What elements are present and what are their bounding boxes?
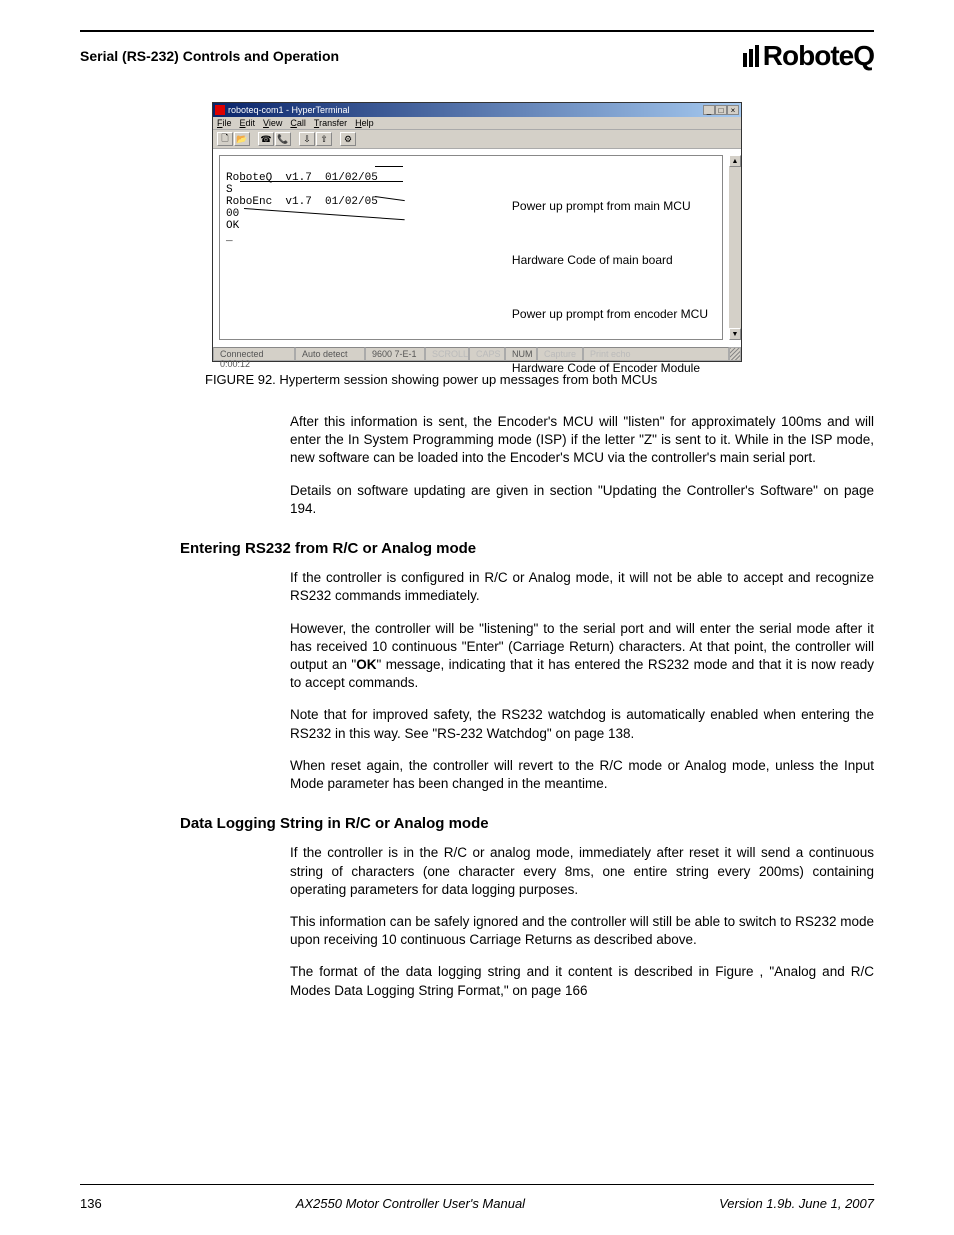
figure-92: roboteq-com1 - HyperTerminal _ □ × File …	[212, 102, 742, 362]
toolbar-properties-icon[interactable]: ⚙	[340, 132, 356, 146]
paragraph-1: After this information is sent, the Enco…	[290, 413, 874, 468]
section-title: Serial (RS-232) Controls and Operation	[80, 48, 339, 64]
close-button[interactable]: ×	[727, 105, 739, 115]
toolbar-open-icon[interactable]: 📂	[234, 132, 250, 146]
page-footer: 136 AX2550 Motor Controller User's Manua…	[80, 1196, 874, 1211]
page-header: Serial (RS-232) Controls and Operation R…	[80, 32, 874, 72]
menu-edit[interactable]: Edit	[240, 118, 256, 128]
toolbar-send-icon[interactable]: ⇩	[299, 132, 315, 146]
status-connected: Connected 0:00:12	[213, 347, 295, 361]
toolbar-connect-icon[interactable]: ☎	[258, 132, 274, 146]
footer-version: Version 1.9b. June 1, 2007	[719, 1196, 874, 1211]
toolbar-new-icon[interactable]: 🗋	[217, 132, 233, 146]
status-detect: Auto detect	[295, 347, 365, 361]
term-line-1: RoboteQ v1.7 01/02/05	[226, 172, 378, 184]
toolbar-disconnect-icon[interactable]: 📞	[275, 132, 291, 146]
paragraph-7: If the controller is in the R/C or analo…	[290, 844, 874, 899]
term-line-3: RoboEnc v1.7 01/02/05	[226, 196, 378, 208]
vertical-scrollbar[interactable]: ▲ ▼	[729, 155, 741, 340]
paragraph-4-bold: OK	[356, 657, 376, 672]
menu-transfer[interactable]: Transfer	[314, 118, 347, 128]
window-title: roboteq-com1 - HyperTerminal	[228, 105, 350, 115]
term-line-2: S	[226, 184, 233, 196]
menu-call[interactable]: Call	[290, 118, 306, 128]
menu-help[interactable]: Help	[355, 118, 374, 128]
leader-line-4	[244, 208, 405, 220]
leader-line-2	[240, 181, 403, 182]
scroll-up-icon[interactable]: ▲	[729, 155, 741, 167]
logo-bars-icon	[743, 45, 761, 67]
annotation-1: Power up prompt from main MCU	[512, 197, 708, 215]
footer-rule	[80, 1184, 874, 1185]
app-icon	[215, 105, 225, 115]
status-caps: CAPS	[469, 347, 505, 361]
paragraph-8: This information can be safely ignored a…	[290, 913, 874, 949]
window-titlebar: roboteq-com1 - HyperTerminal _ □ ×	[213, 103, 741, 117]
paragraph-6: When reset again, the controller will re…	[290, 757, 874, 793]
toolbar: 🗋 📂 ☎ 📞 ⇩ ⇧ ⚙	[213, 130, 741, 149]
term-line-5: OK	[226, 220, 239, 232]
menu-file[interactable]: File	[217, 118, 232, 128]
scroll-down-icon[interactable]: ▼	[729, 328, 741, 340]
terminal-output[interactable]: RoboteQ v1.7 01/02/05 S RoboEnc v1.7 01/…	[219, 155, 723, 340]
hyperterminal-window: roboteq-com1 - HyperTerminal _ □ × File …	[212, 102, 742, 362]
menu-view[interactable]: View	[263, 118, 282, 128]
term-line-4: 00	[226, 208, 239, 220]
footer-title: AX2550 Motor Controller User's Manual	[296, 1196, 525, 1211]
annotation-2: Hardware Code of main board	[512, 251, 708, 269]
menu-bar: File Edit View Call Transfer Help	[213, 117, 741, 130]
status-baud: 9600 7-E-1	[365, 347, 425, 361]
paragraph-2: Details on software updating are given i…	[290, 482, 874, 518]
heading-entering-rs232: Entering RS232 from R/C or Analog mode	[180, 540, 874, 557]
paragraph-9: The format of the data logging string an…	[290, 963, 874, 999]
brand-logo: RoboteQ	[743, 40, 874, 72]
term-line-6: _	[226, 232, 233, 244]
minimize-button[interactable]: _	[703, 105, 715, 115]
figure-annotations: Power up prompt from main MCU Hardware C…	[512, 161, 708, 413]
maximize-button[interactable]: □	[715, 105, 727, 115]
resize-grip-icon[interactable]	[729, 347, 741, 361]
paragraph-4: However, the controller will be "listeni…	[290, 620, 874, 693]
leader-line-3	[375, 196, 405, 201]
page-number: 136	[80, 1196, 102, 1211]
paragraph-4-post: " message, indicating that it has entere…	[290, 657, 874, 690]
leader-line-1	[375, 166, 403, 167]
paragraph-3: If the controller is configured in R/C o…	[290, 569, 874, 605]
logo-text: RoboteQ	[763, 40, 874, 72]
annotation-4: Hardware Code of Encoder Module	[512, 359, 708, 377]
annotation-3: Power up prompt from encoder MCU	[512, 305, 708, 323]
paragraph-5: Note that for improved safety, the RS232…	[290, 706, 874, 742]
heading-data-logging: Data Logging String in R/C or Analog mod…	[180, 815, 874, 832]
status-scroll: SCROLL	[425, 347, 469, 361]
toolbar-receive-icon[interactable]: ⇧	[316, 132, 332, 146]
